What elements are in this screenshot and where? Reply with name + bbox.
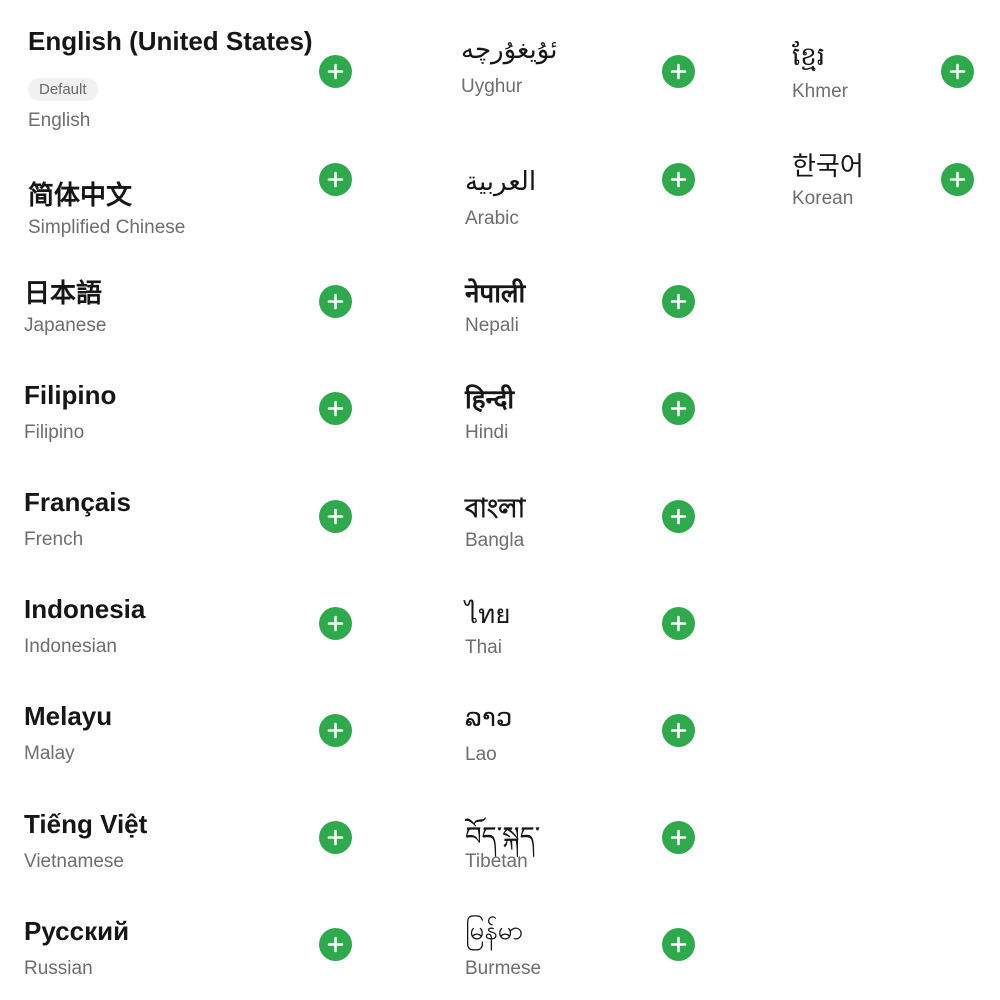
language-native-name: Русский [24, 916, 130, 946]
add-language-button[interactable] [319, 392, 352, 425]
language-english-name: Russian [24, 958, 93, 979]
add-language-button[interactable] [319, 163, 352, 196]
add-language-button[interactable] [319, 55, 352, 88]
plus-icon [949, 171, 966, 188]
add-language-button[interactable] [941, 55, 974, 88]
language-native-name: Melayu [24, 701, 113, 731]
language-native-name: Filipino [24, 380, 117, 410]
language-native-name: မြန်မာ [465, 915, 524, 945]
language-native-name: ئۇيغۇرچە [461, 34, 558, 64]
language-native-name: 日本語 [24, 278, 103, 308]
language-english-name: Arabic [465, 208, 519, 229]
language-english-name: French [24, 529, 84, 550]
add-language-button[interactable] [319, 607, 352, 640]
language-english-name: Burmese [465, 958, 542, 979]
add-language-button[interactable] [662, 285, 695, 318]
add-language-button[interactable] [662, 714, 695, 747]
plus-icon [670, 400, 687, 417]
language-english-name: English [28, 110, 91, 131]
add-language-button[interactable] [662, 163, 695, 196]
language-english-name: Korean [792, 188, 854, 209]
language-native-name: ខ្មែរ [792, 41, 826, 71]
language-native-name: বাংলা [465, 493, 526, 523]
language-english-name: Lao [465, 744, 497, 765]
language-native-name: ไทย [465, 599, 511, 629]
plus-icon [327, 171, 344, 188]
language-native-name: 简体中文 [28, 180, 133, 210]
plus-icon [949, 63, 966, 80]
default-badge: Default [28, 78, 98, 101]
add-language-button[interactable] [662, 607, 695, 640]
language-english-name: Japanese [24, 315, 107, 336]
add-language-button[interactable] [319, 714, 352, 747]
language-english-name: Simplified Chinese [28, 217, 186, 238]
language-english-name: Khmer [792, 81, 848, 102]
language-english-name: Bangla [465, 530, 525, 551]
plus-icon [327, 400, 344, 417]
plus-icon [327, 722, 344, 739]
language-native-name: 한국어 [792, 151, 864, 181]
plus-icon [670, 171, 687, 188]
add-language-button[interactable] [319, 821, 352, 854]
language-english-name: Tibetan [465, 851, 528, 872]
language-english-name: Nepali [465, 315, 519, 336]
add-language-button[interactable] [319, 928, 352, 961]
add-language-button[interactable] [662, 928, 695, 961]
plus-icon [670, 722, 687, 739]
language-english-name: Thai [465, 637, 502, 658]
plus-icon [670, 63, 687, 80]
plus-icon [327, 936, 344, 953]
plus-icon [670, 829, 687, 846]
add-language-button[interactable] [941, 163, 974, 196]
plus-icon [327, 615, 344, 632]
add-language-button[interactable] [662, 55, 695, 88]
plus-icon [327, 63, 344, 80]
language-native-name: العربية [465, 166, 537, 196]
language-english-name: Malay [24, 743, 75, 764]
plus-icon [670, 508, 687, 525]
language-english-name: Indonesian [24, 636, 117, 657]
language-english-name: Filipino [24, 422, 85, 443]
add-language-button[interactable] [662, 392, 695, 425]
add-language-button[interactable] [662, 821, 695, 854]
language-native-name: नेपाली [465, 278, 526, 308]
add-language-button[interactable] [319, 500, 352, 533]
plus-icon [327, 293, 344, 310]
language-native-name: हिन्दी [465, 384, 515, 414]
plus-icon [670, 936, 687, 953]
language-english-name: Uyghur [461, 76, 523, 97]
add-language-button[interactable] [662, 500, 695, 533]
language-english-name: Vietnamese [24, 851, 124, 872]
language-native-name: Français [24, 487, 131, 517]
language-native-name: ລາວ [465, 702, 513, 732]
plus-icon [670, 615, 687, 632]
plus-icon [327, 508, 344, 525]
language-native-name: English (United States) [28, 26, 313, 56]
language-english-name: Hindi [465, 422, 509, 443]
plus-icon [327, 829, 344, 846]
add-language-button[interactable] [319, 285, 352, 318]
language-native-name: Tiếng Việt [24, 809, 148, 839]
plus-icon [670, 293, 687, 310]
language-native-name: Indonesia [24, 594, 146, 624]
